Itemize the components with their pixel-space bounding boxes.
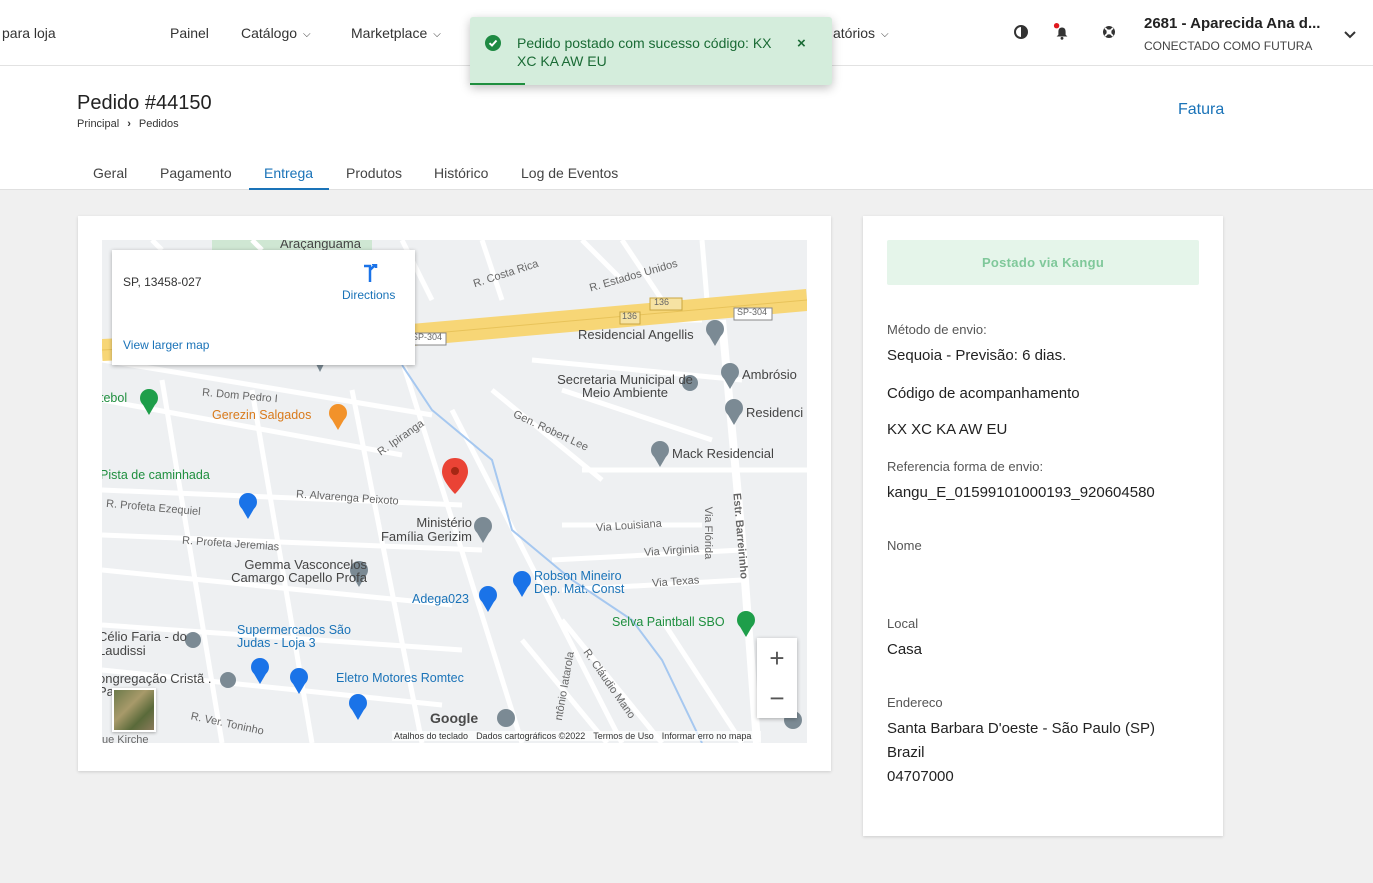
map-route-badge: SP-304 bbox=[412, 332, 443, 342]
breadcrumb-home[interactable]: Principal bbox=[77, 118, 119, 130]
directions-link[interactable]: Directions bbox=[342, 288, 395, 302]
map-place-gemma: Gemma Vasconcelos Camargo Capello Profa bbox=[231, 557, 367, 585]
keyboard-shortcuts-link[interactable]: Atalhos do teclado bbox=[394, 731, 468, 741]
address-type-value: Casa bbox=[887, 641, 923, 658]
map-place-futebol: tebol bbox=[102, 391, 128, 405]
breadcrumb: Principal › Pedidos bbox=[77, 118, 179, 130]
tab-log-eventos[interactable]: Log de Eventos bbox=[521, 165, 618, 181]
nav-painel[interactable]: Painel bbox=[170, 25, 209, 41]
tab-historico[interactable]: Histórico bbox=[434, 165, 488, 181]
shipping-status-button[interactable]: Postado via Kangu bbox=[887, 240, 1199, 285]
shipping-method-label: Método de envio: bbox=[887, 322, 987, 337]
map-data-text: Dados cartográficos ©2022 bbox=[476, 731, 586, 741]
map-place-robson-mineiro: Robson Mineiro Dep. Mat. Const bbox=[534, 569, 625, 596]
map-place-celio-faria: Célio Faria - do Laudissi bbox=[102, 629, 187, 658]
account-connection-status: CONECTADO COMO FUTURA bbox=[1144, 39, 1313, 53]
tab-geral[interactable]: Geral bbox=[93, 165, 127, 181]
success-toast: Pedido postado com sucesso código: KX XC… bbox=[470, 17, 832, 85]
map-place-adega023: Adega023 bbox=[412, 592, 470, 606]
nav-catalogo-label: Catálogo bbox=[241, 25, 298, 41]
map-place-ministerio: Ministério Família Gerizim bbox=[380, 515, 472, 544]
account-name[interactable]: 2681 - Aparecida Ana d... bbox=[1144, 15, 1320, 32]
map-street: ue Kirche bbox=[102, 734, 149, 743]
map-address: SP, 13458-027 bbox=[123, 275, 202, 289]
map-place-pista-caminhada: Pista de caminhada bbox=[102, 468, 210, 482]
contrast-toggle-icon[interactable] bbox=[1012, 23, 1030, 41]
toast-progress-bar bbox=[470, 83, 525, 85]
address-line-3: 04707000 bbox=[887, 768, 954, 785]
chevron-down-icon[interactable] bbox=[1344, 26, 1356, 44]
back-to-store-link[interactable]: para loja bbox=[2, 25, 56, 41]
address-line-1: Santa Barbara D'oeste - São Paulo (SP) bbox=[887, 720, 1156, 737]
google-logo: Google bbox=[430, 710, 479, 726]
page-title: Pedido #44150 bbox=[77, 92, 212, 114]
chevron-down-icon: ⌵ bbox=[881, 29, 889, 40]
nav-marketplace[interactable]: Marketplace ⌵ bbox=[351, 25, 441, 41]
map-attribution: Atalhos do teclado Dados cartográficos ©2… bbox=[392, 731, 762, 741]
nav-relatorios[interactable]: atórios ⌵ bbox=[833, 25, 889, 41]
map-place-residencial-angellis: Residencial Angellis bbox=[578, 327, 694, 342]
toast-message: Pedido postado com sucesso código: KX XC… bbox=[517, 35, 772, 69]
nav-marketplace-label: Marketplace bbox=[351, 25, 428, 41]
close-icon[interactable]: × bbox=[797, 35, 806, 52]
tracking-code-value: KX XC KA AW EU bbox=[887, 421, 1008, 438]
address-label: Endereco bbox=[887, 695, 943, 710]
zoom-controls: + − bbox=[757, 638, 797, 718]
delivery-map-card: Araçanguama R. Costa Rica R. Estados Uni… bbox=[78, 216, 831, 771]
shipping-method-value: Sequoia - Previsão: 6 dias. bbox=[887, 347, 1067, 364]
map-route-badge: 136 bbox=[654, 297, 670, 307]
shipping-info-card: Postado via Kangu Método de envio: Sequo… bbox=[863, 216, 1223, 836]
tab-entrega[interactable]: Entrega bbox=[264, 165, 313, 181]
tab-produtos[interactable]: Produtos bbox=[346, 165, 402, 181]
shipping-reference-label: Referencia forma de envio: bbox=[887, 459, 1044, 474]
map-place-residencial: Residenci bbox=[746, 405, 804, 420]
map-street: Via Flórida bbox=[702, 506, 715, 560]
map-route-badge: 136 bbox=[622, 311, 638, 321]
google-map[interactable]: Araçanguama R. Costa Rica R. Estados Uni… bbox=[102, 240, 807, 743]
tracking-code-label: Código de acompanhamento bbox=[887, 385, 1080, 402]
map-place-supermercados: Supermercados São Judas - Loja 3 bbox=[237, 623, 351, 650]
help-lifebuoy-icon[interactable] bbox=[1100, 23, 1118, 41]
map-place-selva-paintball: Selva Paintball SBO bbox=[612, 615, 725, 629]
map-place-mack-residencial: Mack Residencial bbox=[672, 446, 774, 461]
zoom-in-button[interactable]: + bbox=[757, 638, 797, 678]
check-circle-icon bbox=[485, 35, 501, 51]
terms-link[interactable]: Termos de Uso bbox=[593, 731, 654, 741]
view-larger-map-link[interactable]: View larger map bbox=[123, 338, 209, 352]
invoice-link[interactable]: Fatura bbox=[1178, 101, 1224, 119]
notification-bell-icon[interactable] bbox=[1053, 23, 1071, 41]
tab-pagamento[interactable]: Pagamento bbox=[160, 165, 232, 181]
recipient-name-label: Nome bbox=[887, 538, 922, 553]
breadcrumb-current[interactable]: Pedidos bbox=[139, 118, 179, 130]
nav-relatorios-label: atórios bbox=[833, 25, 876, 41]
map-place-ambrosio: Ambrósio bbox=[742, 367, 797, 382]
shipping-reference-value: kangu_E_01599101000193_920604580 bbox=[887, 484, 1155, 501]
address-line-2: Brazil bbox=[887, 744, 925, 761]
map-info-window: SP, 13458-027 Directions View larger map bbox=[112, 250, 415, 365]
zoom-out-button[interactable]: − bbox=[757, 678, 797, 718]
map-place-secretaria: Secretaria Municipal de Meio Ambiente bbox=[557, 372, 693, 400]
address-type-label: Local bbox=[887, 616, 919, 631]
map-place-gerezin-salgados: Gerezin Salgados bbox=[212, 408, 312, 422]
active-tab-indicator bbox=[249, 188, 329, 190]
satellite-toggle[interactable] bbox=[112, 688, 156, 732]
breadcrumb-separator: › bbox=[127, 118, 131, 130]
report-error-link[interactable]: Informar erro no mapa bbox=[662, 731, 752, 741]
chevron-down-icon: ⌵ bbox=[433, 29, 441, 40]
chevron-down-icon: ⌵ bbox=[303, 29, 311, 40]
map-route-badge: SP-304 bbox=[737, 307, 768, 317]
nav-catalogo[interactable]: Catálogo ⌵ bbox=[241, 25, 311, 41]
map-place-eletro-motores: Eletro Motores Romtec bbox=[336, 671, 464, 685]
